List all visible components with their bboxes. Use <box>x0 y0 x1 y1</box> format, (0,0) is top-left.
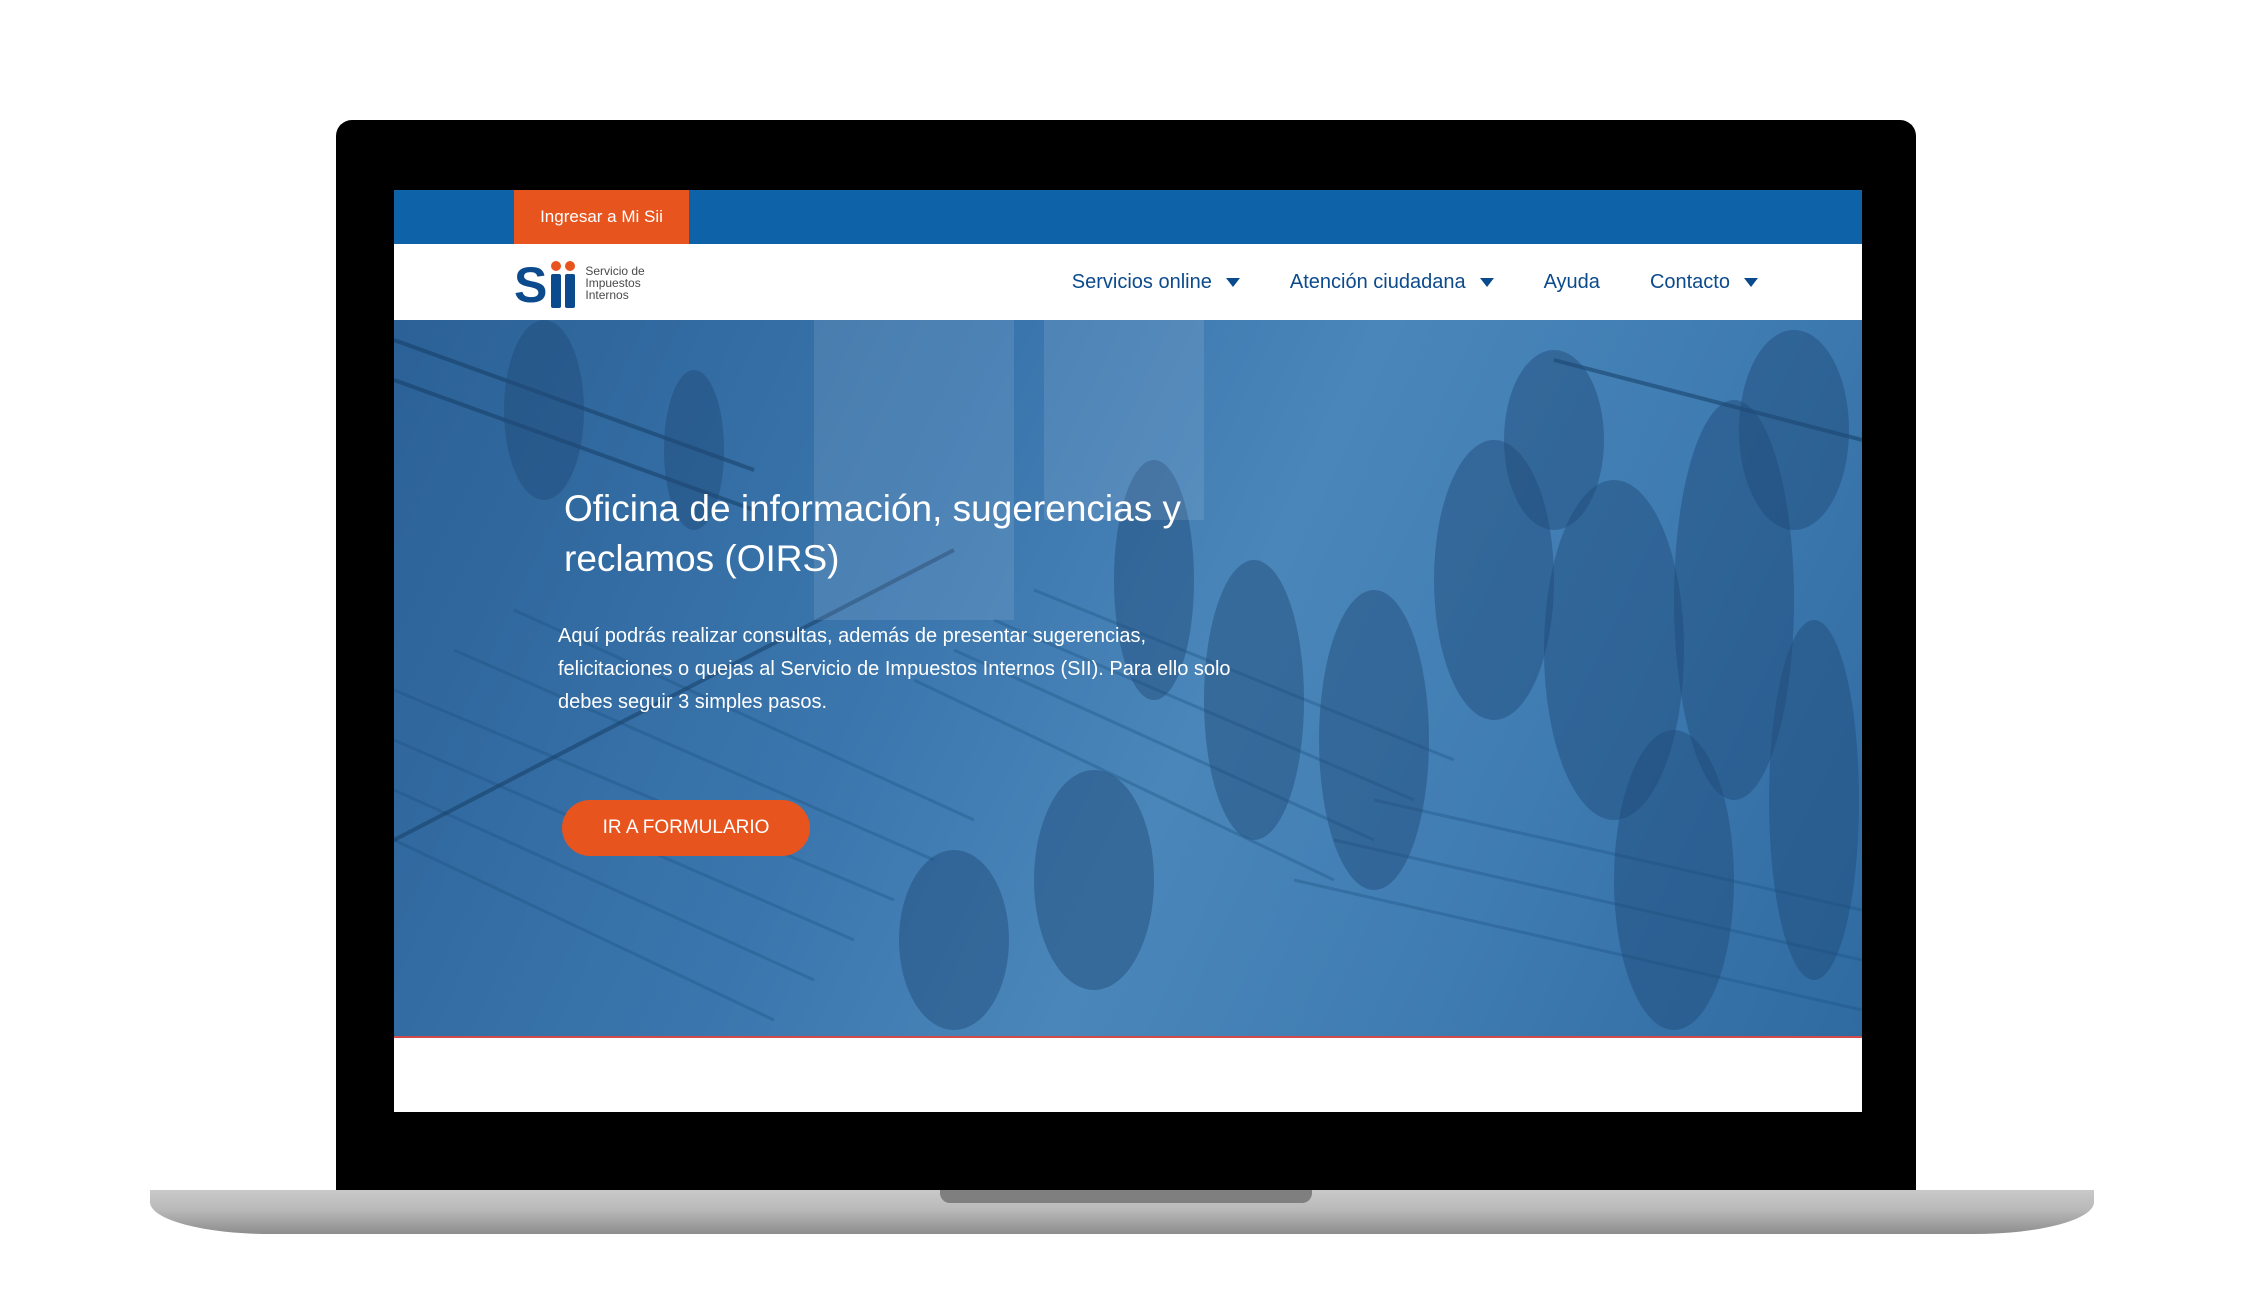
hero-title: Oficina de información, sugerencias y re… <box>564 488 1181 579</box>
logo-i-1 <box>551 261 562 308</box>
hero-banner: Oficina de información, sugerencias y re… <box>394 320 1862 1038</box>
laptop-mockup: Ingresar a Mi Sii S Servicio de Impuesto… <box>0 0 2244 1299</box>
nav-atencion-ciudadana[interactable]: Atención ciudadana <box>1290 271 1494 294</box>
nav-label: Ayuda <box>1543 270 1600 293</box>
caret-down-icon <box>1744 277 1758 287</box>
go-to-form-button[interactable]: IR A FORMULARIO <box>562 800 810 856</box>
nav-contacto[interactable]: Contacto <box>1650 271 1758 294</box>
hero-description: Aquí podrás realizar consultas, además d… <box>558 625 1231 713</box>
sii-logo[interactable]: S Servicio de Impuestos Internos <box>514 256 674 310</box>
caret-down-icon <box>1225 277 1240 287</box>
nav-servicios-online[interactable]: Servicios online <box>1072 271 1240 294</box>
logo-letter: S <box>514 257 548 313</box>
main-navbar: S Servicio de Impuestos Internos Servici… <box>394 244 1862 321</box>
logo-text: Servicio de Impuestos Internos <box>585 264 645 302</box>
nav-label: Contacto <box>1649 270 1730 293</box>
nav-label: Servicios online <box>1071 270 1212 293</box>
nav-label: Atención ciudadana <box>1289 270 1466 293</box>
caret-down-icon <box>1479 277 1494 287</box>
logo-mark: S <box>514 257 576 313</box>
laptop-notch <box>940 1190 1312 1203</box>
browser-viewport: Ingresar a Mi Sii S Servicio de Impuesto… <box>394 190 1862 1112</box>
login-button[interactable]: Ingresar a Mi Sii <box>514 190 689 244</box>
top-bar: Ingresar a Mi Sii <box>394 190 1862 244</box>
main-menu: Servicios online Atención ciudadana Ayud… <box>1072 244 1758 320</box>
logo-i-2 <box>565 261 576 308</box>
nav-ayuda[interactable]: Ayuda <box>1544 271 1600 294</box>
